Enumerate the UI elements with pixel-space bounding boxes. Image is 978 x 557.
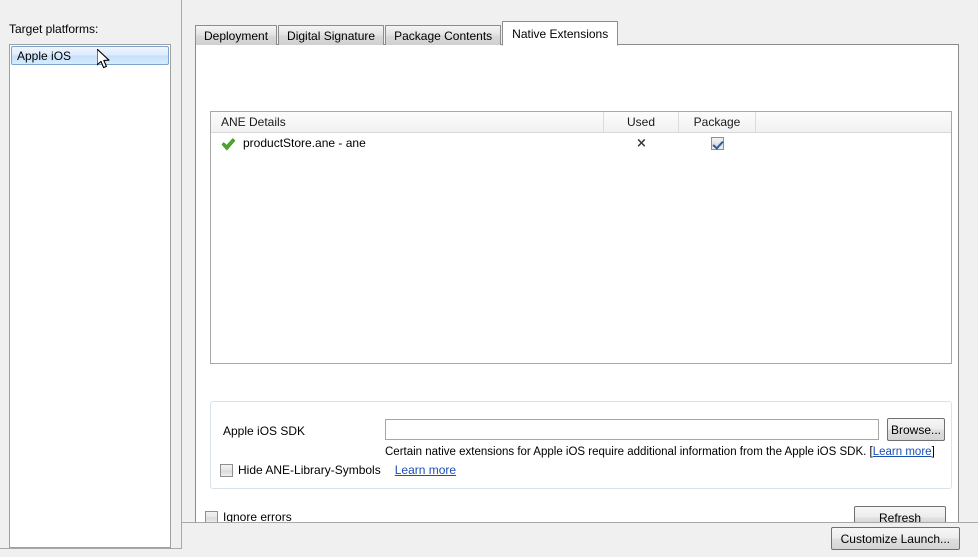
hide-ane-library-symbols-label: Hide ANE-Library-Symbols: [238, 463, 381, 477]
right-edge-filler: [962, 0, 978, 522]
tab-panel: ANE Details Used Package productStore.an…: [195, 44, 959, 532]
tab-native-extensions[interactable]: Native Extensions: [502, 21, 619, 46]
apple-ios-sdk-label: Apple iOS SDK: [223, 424, 306, 438]
apple-ios-sdk-group: Apple iOS SDK Browse... Certain native e…: [210, 401, 952, 489]
tab-digital-signature[interactable]: Digital Signature: [278, 25, 385, 45]
target-platforms-label: Target platforms:: [9, 22, 99, 36]
x-mark-icon: ×: [636, 136, 647, 151]
bottom-bar: Customize Launch...: [182, 522, 978, 557]
hint-link-close-bracket: ]: [931, 446, 935, 458]
cell-package: [679, 133, 756, 154]
hide-ane-library-symbols-row: Hide ANE-Library-Symbols Learn more: [220, 463, 456, 477]
green-check-icon: [221, 137, 236, 151]
column-header-package[interactable]: Package: [679, 112, 756, 132]
ane-table-body: productStore.ane - ane ×: [211, 133, 951, 154]
tab-package-contents[interactable]: Package Contents: [385, 25, 502, 45]
cell-ane-details: productStore.ane - ane: [211, 133, 604, 154]
ane-table-header: ANE Details Used Package: [211, 112, 951, 133]
browse-button[interactable]: Browse...: [887, 418, 945, 441]
sdk-learn-more-link[interactable]: Learn more: [873, 446, 932, 458]
native-extensions-tab-area: Deployment Digital Signature Package Con…: [192, 12, 962, 537]
hide-ane-library-symbols-checkbox[interactable]: [220, 463, 233, 477]
apple-ios-sdk-hint-text: Certain native extensions for Apple iOS …: [385, 446, 867, 458]
ane-details-text: productStore.ane - ane: [243, 136, 366, 150]
ane-details-table[interactable]: ANE Details Used Package productStore.an…: [210, 111, 952, 364]
table-row[interactable]: productStore.ane - ane ×: [211, 133, 951, 154]
column-header-ane-details[interactable]: ANE Details: [211, 112, 604, 132]
platform-list-item-apple-ios[interactable]: Apple iOS: [11, 46, 169, 65]
hide-ane-learn-more-link[interactable]: Learn more: [395, 463, 456, 477]
customize-launch-button[interactable]: Customize Launch...: [830, 527, 960, 550]
tab-deployment[interactable]: Deployment: [195, 25, 278, 45]
package-checkbox[interactable]: [711, 137, 724, 151]
column-header-spacer: [756, 112, 951, 132]
platform-list-item-label: Apple iOS: [17, 49, 72, 63]
column-header-used[interactable]: Used: [604, 112, 679, 132]
tab-strip: Deployment Digital Signature Package Con…: [195, 21, 619, 46]
platform-listbox[interactable]: Apple iOS: [9, 44, 171, 548]
target-platforms-panel: Target platforms: Apple iOS: [0, 0, 182, 549]
cell-used: ×: [604, 133, 679, 154]
apple-ios-sdk-input[interactable]: [385, 419, 879, 440]
apple-ios-sdk-hint: Certain native extensions for Apple iOS …: [385, 446, 935, 458]
